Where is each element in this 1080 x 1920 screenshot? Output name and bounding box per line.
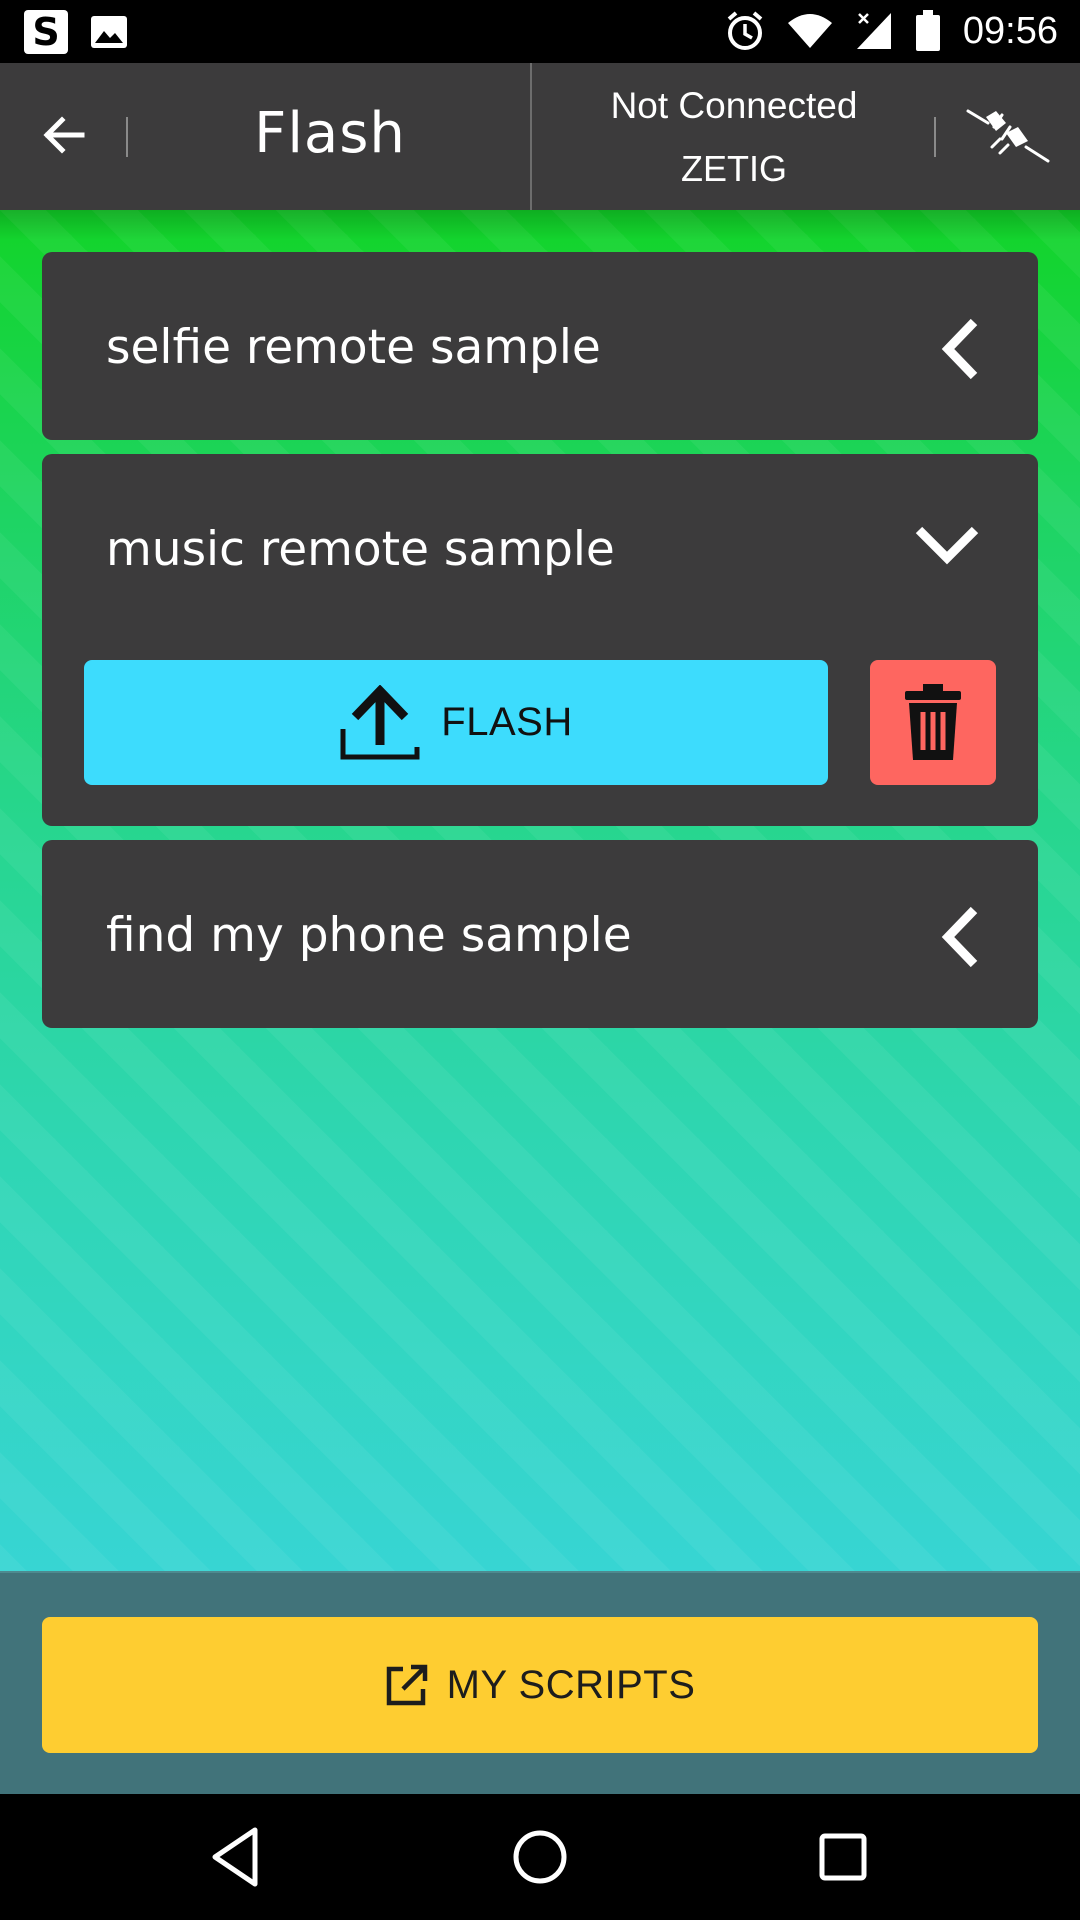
- system-nav-bar: [0, 1794, 1080, 1920]
- app-header: Flash Not Connected ZETIG: [0, 63, 1080, 210]
- script-item-expanded[interactable]: music remote sample FLASH: [42, 454, 1038, 826]
- flash-label: FLASH: [441, 700, 573, 744]
- chevron-left-icon[interactable]: [930, 902, 990, 972]
- external-link-icon: [386, 1664, 427, 1706]
- app-screen: S 09:56 Flash Not Connected ZETIG selfie…: [0, 0, 1080, 1920]
- chevron-down-icon[interactable]: [912, 514, 982, 574]
- script-name: selfie remote sample: [106, 320, 601, 375]
- connection-status: Not Connected: [610, 85, 858, 126]
- bottom-panel: MY SCRIPTS: [0, 1571, 1080, 1796]
- signal-icon: [856, 13, 891, 49]
- flash-button[interactable]: FLASH: [84, 660, 828, 785]
- s-app-icon: S: [24, 10, 68, 54]
- script-name: find my phone sample: [106, 908, 632, 963]
- script-list-area: selfie remote sample music remote sample…: [0, 210, 1080, 1571]
- script-item[interactable]: find my phone sample: [42, 840, 1038, 1028]
- wifi-icon: [787, 14, 832, 48]
- header-separator: [934, 117, 936, 157]
- device-name: ZETIG: [681, 148, 787, 189]
- status-bar: S 09:56: [0, 0, 1080, 63]
- plug-icon[interactable]: [964, 103, 1050, 169]
- nav-home-icon[interactable]: [507, 1824, 573, 1890]
- script-item[interactable]: selfie remote sample: [42, 252, 1038, 440]
- alarm-icon: [727, 11, 763, 50]
- trash-icon: [905, 684, 961, 760]
- battery-icon: [915, 10, 940, 51]
- back-arrow-icon[interactable]: [38, 107, 94, 163]
- delete-button[interactable]: [870, 660, 996, 785]
- chevron-left-icon[interactable]: [930, 314, 990, 384]
- header-separator: [126, 117, 128, 157]
- nav-back-icon[interactable]: [205, 1824, 271, 1890]
- upload-icon: [340, 684, 420, 759]
- status-time: 09:56: [962, 10, 1058, 52]
- page-title: Flash: [254, 101, 406, 166]
- script-name: music remote sample: [106, 522, 615, 577]
- image-icon: [91, 16, 127, 48]
- my-scripts-label: MY SCRIPTS: [446, 1662, 696, 1707]
- nav-recents-icon[interactable]: [810, 1824, 876, 1890]
- my-scripts-button[interactable]: MY SCRIPTS: [42, 1617, 1038, 1753]
